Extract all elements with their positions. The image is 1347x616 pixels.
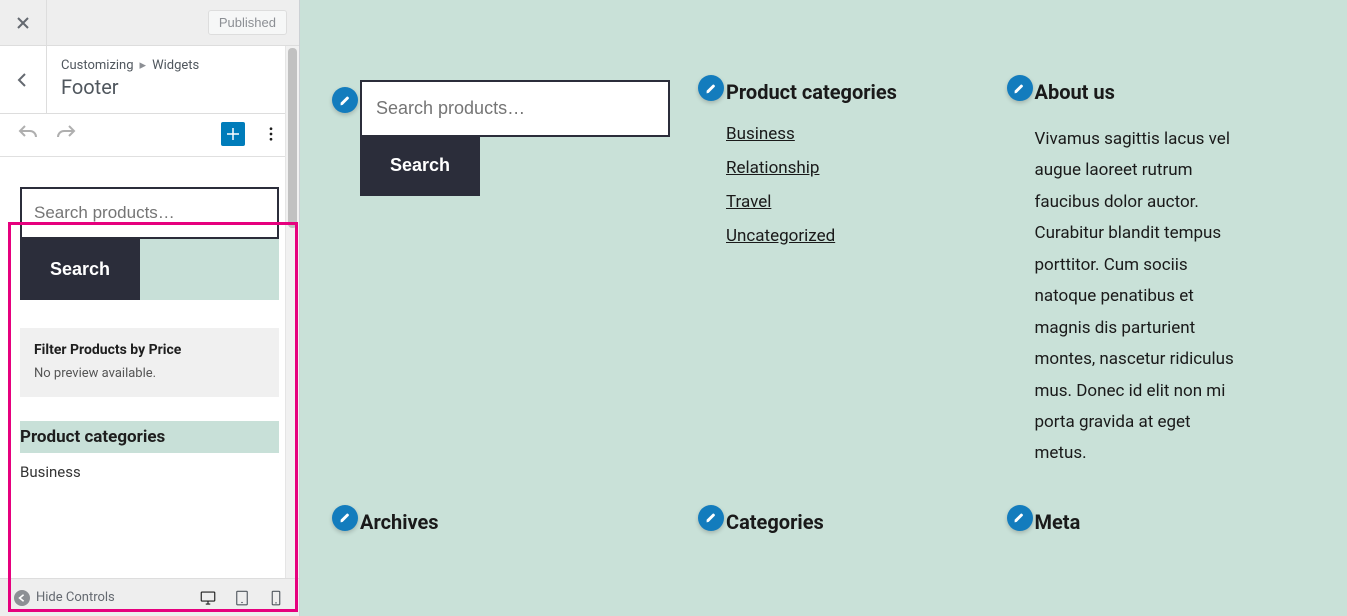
edit-shortcut-button[interactable]: [698, 75, 724, 101]
redo-icon: [54, 122, 78, 146]
pencil-icon: [339, 94, 352, 107]
undo-icon: [16, 122, 40, 146]
chevron-left-icon: [15, 72, 31, 88]
edit-shortcut-button[interactable]: [332, 87, 358, 113]
widget-title: About us: [1035, 80, 1288, 104]
panel-bottom-bar: Hide Controls: [0, 578, 299, 616]
vertical-dots-icon: [262, 125, 280, 143]
footer-widget-categories: Categories: [726, 510, 979, 534]
live-preview: Search Product categories Business Relat…: [300, 0, 1347, 616]
widget-title: Product categories: [726, 80, 979, 104]
close-icon: [15, 15, 31, 31]
widget-title: Categories: [726, 510, 979, 534]
edit-shortcut-button[interactable]: [1007, 75, 1033, 101]
editor-search-input[interactable]: [20, 187, 279, 239]
editor-search-button[interactable]: Search: [20, 239, 140, 300]
edit-shortcut-button[interactable]: [1007, 505, 1033, 531]
product-category-list: Business Relationship Travel Uncategoriz…: [726, 124, 979, 246]
device-mobile-button[interactable]: [261, 583, 291, 613]
footer-widget-meta: Meta: [1035, 510, 1288, 534]
close-customizer-button[interactable]: [0, 0, 47, 45]
editor-filter-block[interactable]: Filter Products by Price No preview avai…: [20, 328, 279, 397]
panel-scrollbar[interactable]: [285, 46, 299, 578]
about-us-text: Vivamus sagittis lacus vel augue laoreet…: [1035, 124, 1245, 470]
product-category-link[interactable]: Travel: [726, 192, 771, 212]
widget-editor: Search Filter Products by Price No previ…: [0, 157, 299, 578]
edit-shortcut-button[interactable]: [332, 505, 358, 531]
mobile-icon: [267, 589, 285, 607]
preview-search-button[interactable]: Search: [360, 135, 480, 196]
footer-widget-search: Search: [360, 80, 670, 470]
tablet-icon: [233, 589, 251, 607]
pencil-icon: [1013, 511, 1026, 524]
pencil-icon: [705, 82, 718, 95]
plus-icon: [224, 125, 242, 143]
preview-search-input[interactable]: [360, 80, 670, 137]
desktop-icon: [199, 589, 217, 607]
footer-widget-product-categories: Product categories Business Relationship…: [726, 80, 979, 470]
section-title: Footer: [61, 75, 199, 99]
scrollbar-thumb[interactable]: [288, 48, 297, 228]
product-category-link[interactable]: Business: [726, 124, 795, 144]
chevron-right-icon: ▸: [140, 58, 147, 73]
device-desktop-button[interactable]: [193, 583, 223, 613]
collapse-icon: [14, 590, 30, 606]
more-options-button[interactable]: [259, 122, 283, 146]
editor-categories-block[interactable]: Product categories Business: [20, 421, 279, 481]
widget-title: Archives: [360, 510, 670, 534]
product-category-link[interactable]: Relationship: [726, 158, 819, 178]
footer-widget-about-us: About us Vivamus sagittis lacus vel augu…: [1035, 80, 1288, 470]
editor-search-block[interactable]: Search: [20, 187, 279, 300]
add-block-button[interactable]: [221, 122, 245, 146]
breadcrumb-parent: Widgets: [152, 58, 199, 73]
published-state-button[interactable]: Published: [208, 10, 287, 35]
pencil-icon: [339, 511, 352, 524]
product-category-link[interactable]: Uncategorized: [726, 226, 835, 246]
hide-controls-label: Hide Controls: [36, 590, 115, 605]
panel-top-bar: Published: [0, 0, 299, 46]
undo-button[interactable]: [16, 122, 40, 146]
hide-controls-button[interactable]: Hide Controls: [8, 586, 121, 610]
customizer-panel: Published Customizing ▸ Widgets Footer: [0, 0, 300, 616]
breadcrumb-root: Customizing: [61, 58, 134, 73]
publish-area: Published: [47, 0, 299, 45]
pencil-icon: [1013, 82, 1026, 95]
widget-title: Meta: [1035, 510, 1288, 534]
edit-shortcut-button[interactable]: [698, 505, 724, 531]
categories-block-title: Product categories: [20, 421, 279, 453]
back-button[interactable]: [0, 46, 47, 113]
breadcrumb: Customizing ▸ Widgets Footer: [47, 46, 213, 113]
filter-block-subtitle: No preview available.: [34, 366, 265, 381]
device-tablet-button[interactable]: [227, 583, 257, 613]
pencil-icon: [705, 511, 718, 524]
categories-block-item: Business: [20, 453, 279, 481]
footer-widget-archives: Archives: [360, 510, 670, 534]
filter-block-title: Filter Products by Price: [34, 342, 265, 358]
redo-button[interactable]: [54, 122, 78, 146]
editor-toolbar: [0, 114, 299, 157]
section-header: Customizing ▸ Widgets Footer: [0, 46, 299, 114]
